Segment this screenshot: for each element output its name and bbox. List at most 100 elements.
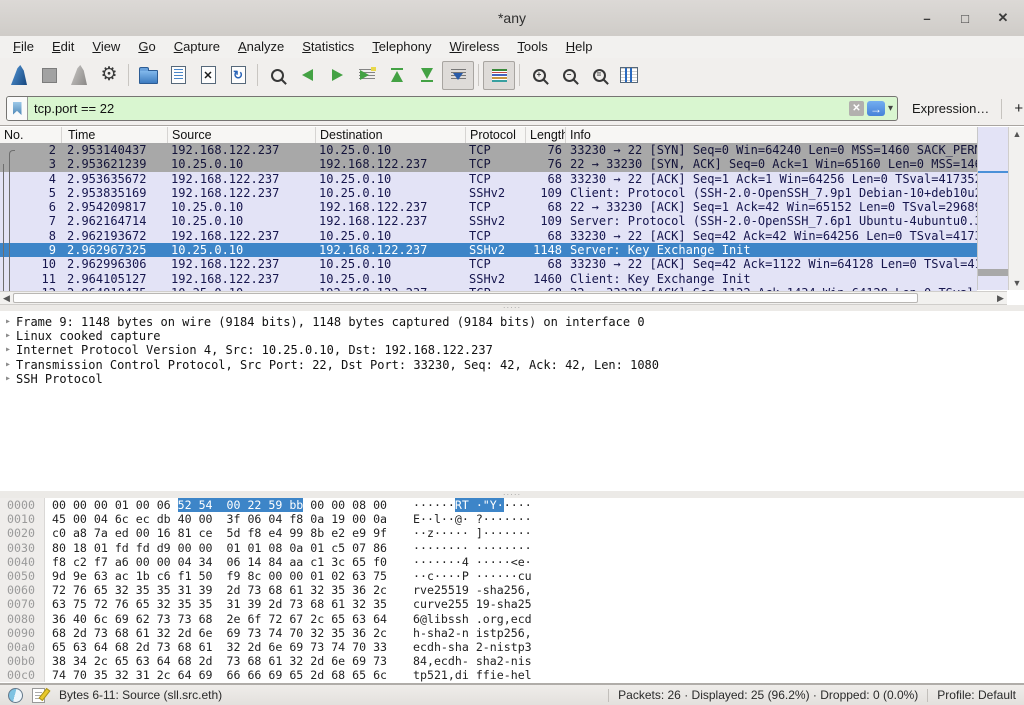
menu-telephony[interactable]: Telephony bbox=[363, 36, 440, 58]
column-header-destination[interactable]: Destination bbox=[316, 127, 466, 143]
start-capture-button[interactable] bbox=[4, 62, 34, 89]
column-header-source[interactable]: Source bbox=[168, 127, 316, 143]
find-packet-button[interactable] bbox=[262, 62, 292, 89]
main-toolbar: + − = bbox=[0, 58, 1024, 92]
menu-help[interactable]: Help bbox=[557, 36, 602, 58]
reload-file-button[interactable] bbox=[223, 62, 253, 89]
close-file-button[interactable] bbox=[193, 62, 223, 89]
menu-capture[interactable]: Capture bbox=[165, 36, 229, 58]
minimize-button[interactable]: – bbox=[916, 7, 938, 29]
zoom-in-button[interactable]: + bbox=[524, 62, 554, 89]
open-file-button[interactable] bbox=[133, 62, 163, 89]
resize-columns-button[interactable] bbox=[614, 62, 644, 89]
packet-row-5[interactable]: 52.953835169192.168.122.23710.25.0.10SSH… bbox=[0, 186, 977, 200]
menu-edit[interactable]: Edit bbox=[43, 36, 83, 58]
cell-time: 2.953140437 bbox=[62, 143, 168, 157]
cell-protocol: TCP bbox=[466, 200, 526, 214]
filter-dropdown-button[interactable]: ▾ bbox=[888, 103, 893, 114]
hex-row: 006072 76 65 32 35 35 31 39 2d 73 68 61 … bbox=[0, 583, 1024, 597]
expand-arrow-icon[interactable]: ▸ bbox=[0, 343, 16, 357]
display-filter-input[interactable] bbox=[28, 101, 849, 116]
hex-dump-pane[interactable]: 0000 00 00 00 01 00 06 52 54 00 22 59 bb… bbox=[0, 498, 1024, 684]
cell-destination: 10.25.0.10 bbox=[316, 143, 466, 157]
expand-arrow-icon[interactable]: ▸ bbox=[0, 372, 16, 386]
cell-no: 6 bbox=[0, 200, 62, 214]
hex-offset: 00c0 bbox=[0, 668, 45, 682]
menu-go[interactable]: Go bbox=[129, 36, 164, 58]
hex-row: 003080 18 01 fd fd d9 00 00 01 01 08 0a … bbox=[0, 541, 1024, 555]
expand-arrow-icon[interactable]: ▸ bbox=[0, 358, 16, 372]
menu-view[interactable]: View bbox=[83, 36, 129, 58]
detail-linux-cooked[interactable]: ▸Linux cooked capture bbox=[0, 329, 1024, 343]
expression-button[interactable]: Expression… bbox=[912, 101, 989, 116]
expert-info-icon[interactable] bbox=[8, 688, 23, 703]
packet-row-7[interactable]: 72.96216471410.25.0.10192.168.122.237SSH… bbox=[0, 214, 977, 228]
go-back-button[interactable] bbox=[292, 62, 322, 89]
detail-tcp[interactable]: ▸Transmission Control Protocol, Src Port… bbox=[0, 358, 1024, 372]
cell-protocol: SSHv2 bbox=[466, 243, 526, 257]
packet-row-4[interactable]: 42.953635672192.168.122.23710.25.0.10TCP… bbox=[0, 172, 977, 186]
pane-splitter[interactable]: ····· bbox=[0, 491, 1024, 498]
filter-bookmark-button[interactable] bbox=[7, 97, 28, 120]
cell-protocol: TCP bbox=[466, 172, 526, 186]
menu-tools[interactable]: Tools bbox=[508, 36, 556, 58]
colorize-toggle[interactable] bbox=[483, 61, 515, 90]
cell-destination: 10.25.0.10 bbox=[316, 172, 466, 186]
scroll-right-arrow-icon[interactable]: ▶ bbox=[994, 292, 1007, 304]
go-first-packet-icon bbox=[391, 68, 403, 82]
stop-capture-button[interactable] bbox=[34, 62, 64, 89]
packet-list-minimap[interactable] bbox=[977, 127, 1008, 290]
go-first-packet-button[interactable] bbox=[382, 62, 412, 89]
titlebar[interactable]: *any – □ ✕ bbox=[0, 0, 1024, 37]
packet-row-10[interactable]: 102.962996306192.168.122.23710.25.0.10TC… bbox=[0, 257, 977, 271]
horizontal-scroll-thumb[interactable] bbox=[13, 293, 918, 303]
packet-list-vertical-scrollbar[interactable]: ▲ ▼ bbox=[1008, 127, 1024, 290]
packet-details-pane[interactable]: ▸Frame 9: 1148 bytes on wire (9184 bits)… bbox=[0, 311, 1024, 491]
add-filter-button[interactable]: + bbox=[1001, 99, 1023, 119]
capture-options-button[interactable] bbox=[94, 62, 124, 89]
detail-ssh[interactable]: ▸SSH Protocol bbox=[0, 372, 1024, 386]
maximize-button[interactable]: □ bbox=[954, 7, 976, 29]
menubar: File Edit View Go Capture Analyze Statis… bbox=[0, 36, 1024, 58]
scroll-up-arrow-icon[interactable]: ▲ bbox=[1009, 127, 1024, 141]
expand-arrow-icon[interactable]: ▸ bbox=[0, 329, 16, 343]
expand-arrow-icon[interactable]: ▸ bbox=[0, 315, 16, 329]
filter-clear-button[interactable]: ✕ bbox=[849, 101, 864, 116]
close-button[interactable]: ✕ bbox=[992, 7, 1014, 29]
scroll-down-arrow-icon[interactable]: ▼ bbox=[1009, 276, 1024, 290]
menu-file[interactable]: File bbox=[4, 36, 43, 58]
menu-analyze[interactable]: Analyze bbox=[229, 36, 293, 58]
menu-statistics[interactable]: Statistics bbox=[293, 36, 363, 58]
detail-text: Internet Protocol Version 4, Src: 10.25.… bbox=[16, 343, 493, 357]
column-header-protocol[interactable]: Protocol bbox=[466, 127, 526, 143]
column-header-time[interactable]: Time bbox=[62, 127, 168, 143]
go-forward-button[interactable] bbox=[322, 62, 352, 89]
packet-row-8[interactable]: 82.962193672192.168.122.23710.25.0.10TCP… bbox=[0, 229, 977, 243]
column-header-no[interactable]: No. bbox=[0, 127, 62, 143]
save-file-button[interactable] bbox=[163, 62, 193, 89]
go-last-packet-button[interactable] bbox=[412, 62, 442, 89]
packet-row-9-selected[interactable]: 92.96296732510.25.0.10192.168.122.237SSH… bbox=[0, 243, 977, 257]
zoom-reset-button[interactable]: = bbox=[584, 62, 614, 89]
go-to-packet-button[interactable] bbox=[352, 62, 382, 89]
detail-ip[interactable]: ▸Internet Protocol Version 4, Src: 10.25… bbox=[0, 343, 1024, 357]
detail-frame[interactable]: ▸Frame 9: 1148 bytes on wire (9184 bits)… bbox=[0, 315, 1024, 329]
wireshark-window: *any – □ ✕ File Edit View Go Capture Ana… bbox=[0, 0, 1024, 705]
cell-no: 8 bbox=[0, 229, 62, 243]
zoom-out-button[interactable]: − bbox=[554, 62, 584, 89]
auto-scroll-toggle[interactable] bbox=[442, 61, 474, 90]
close-file-icon bbox=[201, 66, 216, 84]
packet-row-3[interactable]: 32.95362123910.25.0.10192.168.122.237TCP… bbox=[0, 157, 977, 171]
capture-comment-icon[interactable] bbox=[32, 688, 45, 703]
status-profile[interactable]: Profile: Default bbox=[937, 688, 1016, 702]
packet-row-2[interactable]: 22.953140437192.168.122.23710.25.0.10TCP… bbox=[0, 143, 977, 157]
filter-apply-button[interactable]: → bbox=[867, 101, 885, 116]
column-header-length[interactable]: Length bbox=[526, 127, 566, 143]
packet-row-11[interactable]: 112.964105127192.168.122.23710.25.0.10SS… bbox=[0, 272, 977, 286]
packet-row-6[interactable]: 62.95420981710.25.0.10192.168.122.237TCP… bbox=[0, 200, 977, 214]
scroll-left-arrow-icon[interactable]: ◀ bbox=[0, 292, 13, 304]
column-header-info[interactable]: Info bbox=[566, 127, 1024, 143]
restart-capture-button[interactable] bbox=[64, 62, 94, 89]
hex-bytes: 72 76 65 32 35 35 31 39 2d 73 68 61 32 3… bbox=[52, 583, 400, 597]
menu-wireless[interactable]: Wireless bbox=[441, 36, 509, 58]
